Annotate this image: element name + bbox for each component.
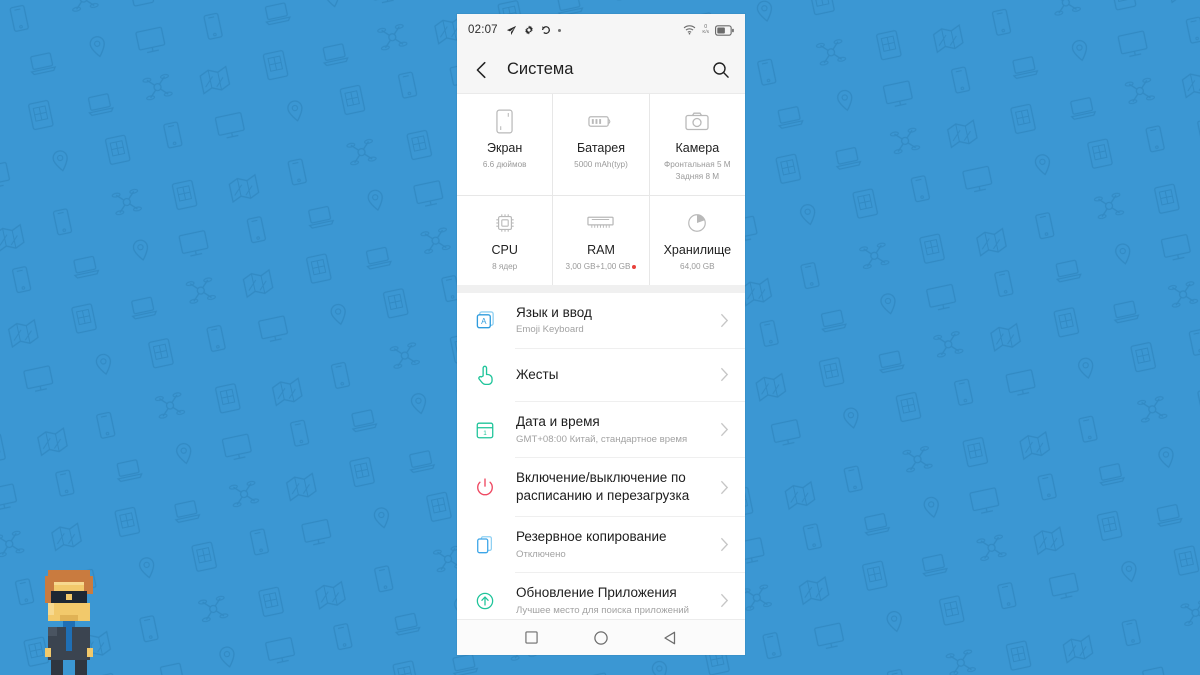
row-title: Обновление Приложения — [516, 585, 677, 601]
row-subtitle: Лучшее место для поиска приложений — [516, 604, 689, 616]
sidebar-item-language-input[interactable]: A Язык и ввод Emoji Keyboard — [457, 293, 745, 348]
row-title: Резервное копирование — [516, 528, 667, 544]
row-subtitle: Отключено — [516, 548, 566, 560]
screen-icon — [496, 108, 513, 134]
ram-icon — [587, 210, 615, 236]
spec-value-secondary: Задняя 8 М — [675, 171, 720, 181]
page-title: Система — [507, 60, 574, 78]
chevron-right-icon — [715, 537, 729, 552]
spec-label: Батарея — [576, 141, 626, 155]
sidebar-item-gestures[interactable]: Жесты — [457, 349, 745, 401]
row-title: Включение/выключение по расписанию и пер… — [516, 470, 690, 504]
sidebar-item-scheduled-power[interactable]: Включение/выключение по расписанию и пер… — [457, 458, 745, 516]
desktop-wallpaper: 02:07 0 K/s Система Экран 6.6 дюймов Бат… — [0, 0, 1200, 675]
sidebar-item-app-update[interactable]: Обновление Приложения Лучшее место для п… — [457, 573, 745, 619]
svg-text:A: A — [481, 317, 487, 326]
chevron-right-icon — [715, 480, 729, 495]
battery-icon — [588, 108, 613, 134]
wifi-icon — [684, 25, 696, 35]
storage-icon — [686, 210, 708, 236]
spec-value: 6.6 дюймов — [482, 160, 527, 169]
spec-card-storage[interactable]: Хранилище 64,00 GB — [649, 195, 745, 285]
backup-icon — [474, 534, 496, 555]
back-button[interactable] — [662, 630, 678, 646]
chevron-right-icon — [715, 593, 729, 608]
device-spec-grid: Экран 6.6 дюймов Батарея 5000 mAh(typ) К… — [457, 94, 745, 293]
spec-value: 3,00 GB+1,00 GB — [565, 261, 631, 271]
chevron-right-icon — [715, 422, 729, 437]
update-badge-dot — [632, 264, 637, 269]
network-speed-indicator: 0 K/s — [702, 24, 709, 35]
gear-icon — [525, 25, 533, 35]
power-icon — [474, 477, 496, 497]
spec-value: 8 ядер — [492, 261, 518, 271]
telegram-icon — [506, 25, 516, 35]
spec-card-ram[interactable]: RAM 3,00 GB+1,00 GB — [553, 195, 649, 285]
spec-label: RAM — [587, 242, 615, 257]
row-title: Жесты — [516, 367, 559, 383]
language-input-icon: A — [474, 310, 496, 331]
spec-label: Экран — [487, 141, 523, 155]
chevron-right-icon — [715, 313, 729, 328]
sidebar-item-date-time[interactable]: 1 Дата и время GMT+08:00 Китай, стандарт… — [457, 402, 745, 457]
calendar-icon: 1 — [474, 420, 496, 440]
spec-value: 5000 mAh(typ) — [574, 160, 628, 169]
recents-button[interactable] — [524, 630, 540, 646]
app-title-bar: Система — [457, 46, 745, 94]
spec-value-wrap: 3,00 GB+1,00 GB — [566, 261, 637, 273]
battery-icon — [715, 24, 734, 36]
settings-list: A Язык и ввод Emoji Keyboard Жесты 1 Дат… — [457, 292, 745, 619]
spec-label: CPU — [491, 242, 518, 257]
status-bar-time: 02:07 — [468, 24, 498, 36]
camera-icon — [685, 108, 709, 134]
search-icon[interactable] — [711, 60, 731, 80]
spec-card-battery[interactable]: Батарея 5000 mAh(typ) — [553, 94, 649, 195]
chevron-right-icon — [715, 367, 729, 382]
spec-value: 64,00 GB — [680, 261, 715, 271]
cpu-icon — [494, 210, 516, 236]
dot-icon — [557, 28, 561, 32]
app-update-icon — [474, 591, 496, 611]
network-speed-unit: K/s — [702, 29, 709, 35]
spec-card-screen[interactable]: Экран 6.6 дюймов — [457, 94, 553, 195]
row-title: Дата и время — [516, 413, 600, 429]
status-bar: 02:07 0 K/s — [457, 14, 745, 46]
gesture-hand-icon — [474, 364, 496, 386]
phone-screen: 02:07 0 K/s Система Экран 6.6 дюймов Бат… — [457, 14, 745, 655]
pixel-art-mascot — [45, 570, 93, 675]
sync-icon — [541, 26, 550, 34]
svg-text:1: 1 — [483, 430, 487, 437]
home-button[interactable] — [593, 630, 609, 646]
system-navigation-bar — [457, 619, 745, 655]
spec-card-cpu[interactable]: CPU 8 ядер — [457, 195, 553, 285]
spec-label: Камера — [675, 141, 720, 155]
spec-card-camera[interactable]: Камера Фронтальная 5 М Задняя 8 М — [649, 94, 745, 195]
back-button[interactable] — [471, 59, 493, 81]
row-title: Язык и ввод — [516, 304, 592, 320]
spec-label: Хранилище — [663, 242, 732, 257]
sidebar-item-backup[interactable]: Резервное копирование Отключено — [457, 517, 745, 572]
spec-value: Фронтальная 5 М — [664, 160, 731, 169]
row-subtitle: GMT+08:00 Китай, стандартное время — [516, 433, 688, 445]
row-subtitle: Emoji Keyboard — [516, 324, 584, 336]
